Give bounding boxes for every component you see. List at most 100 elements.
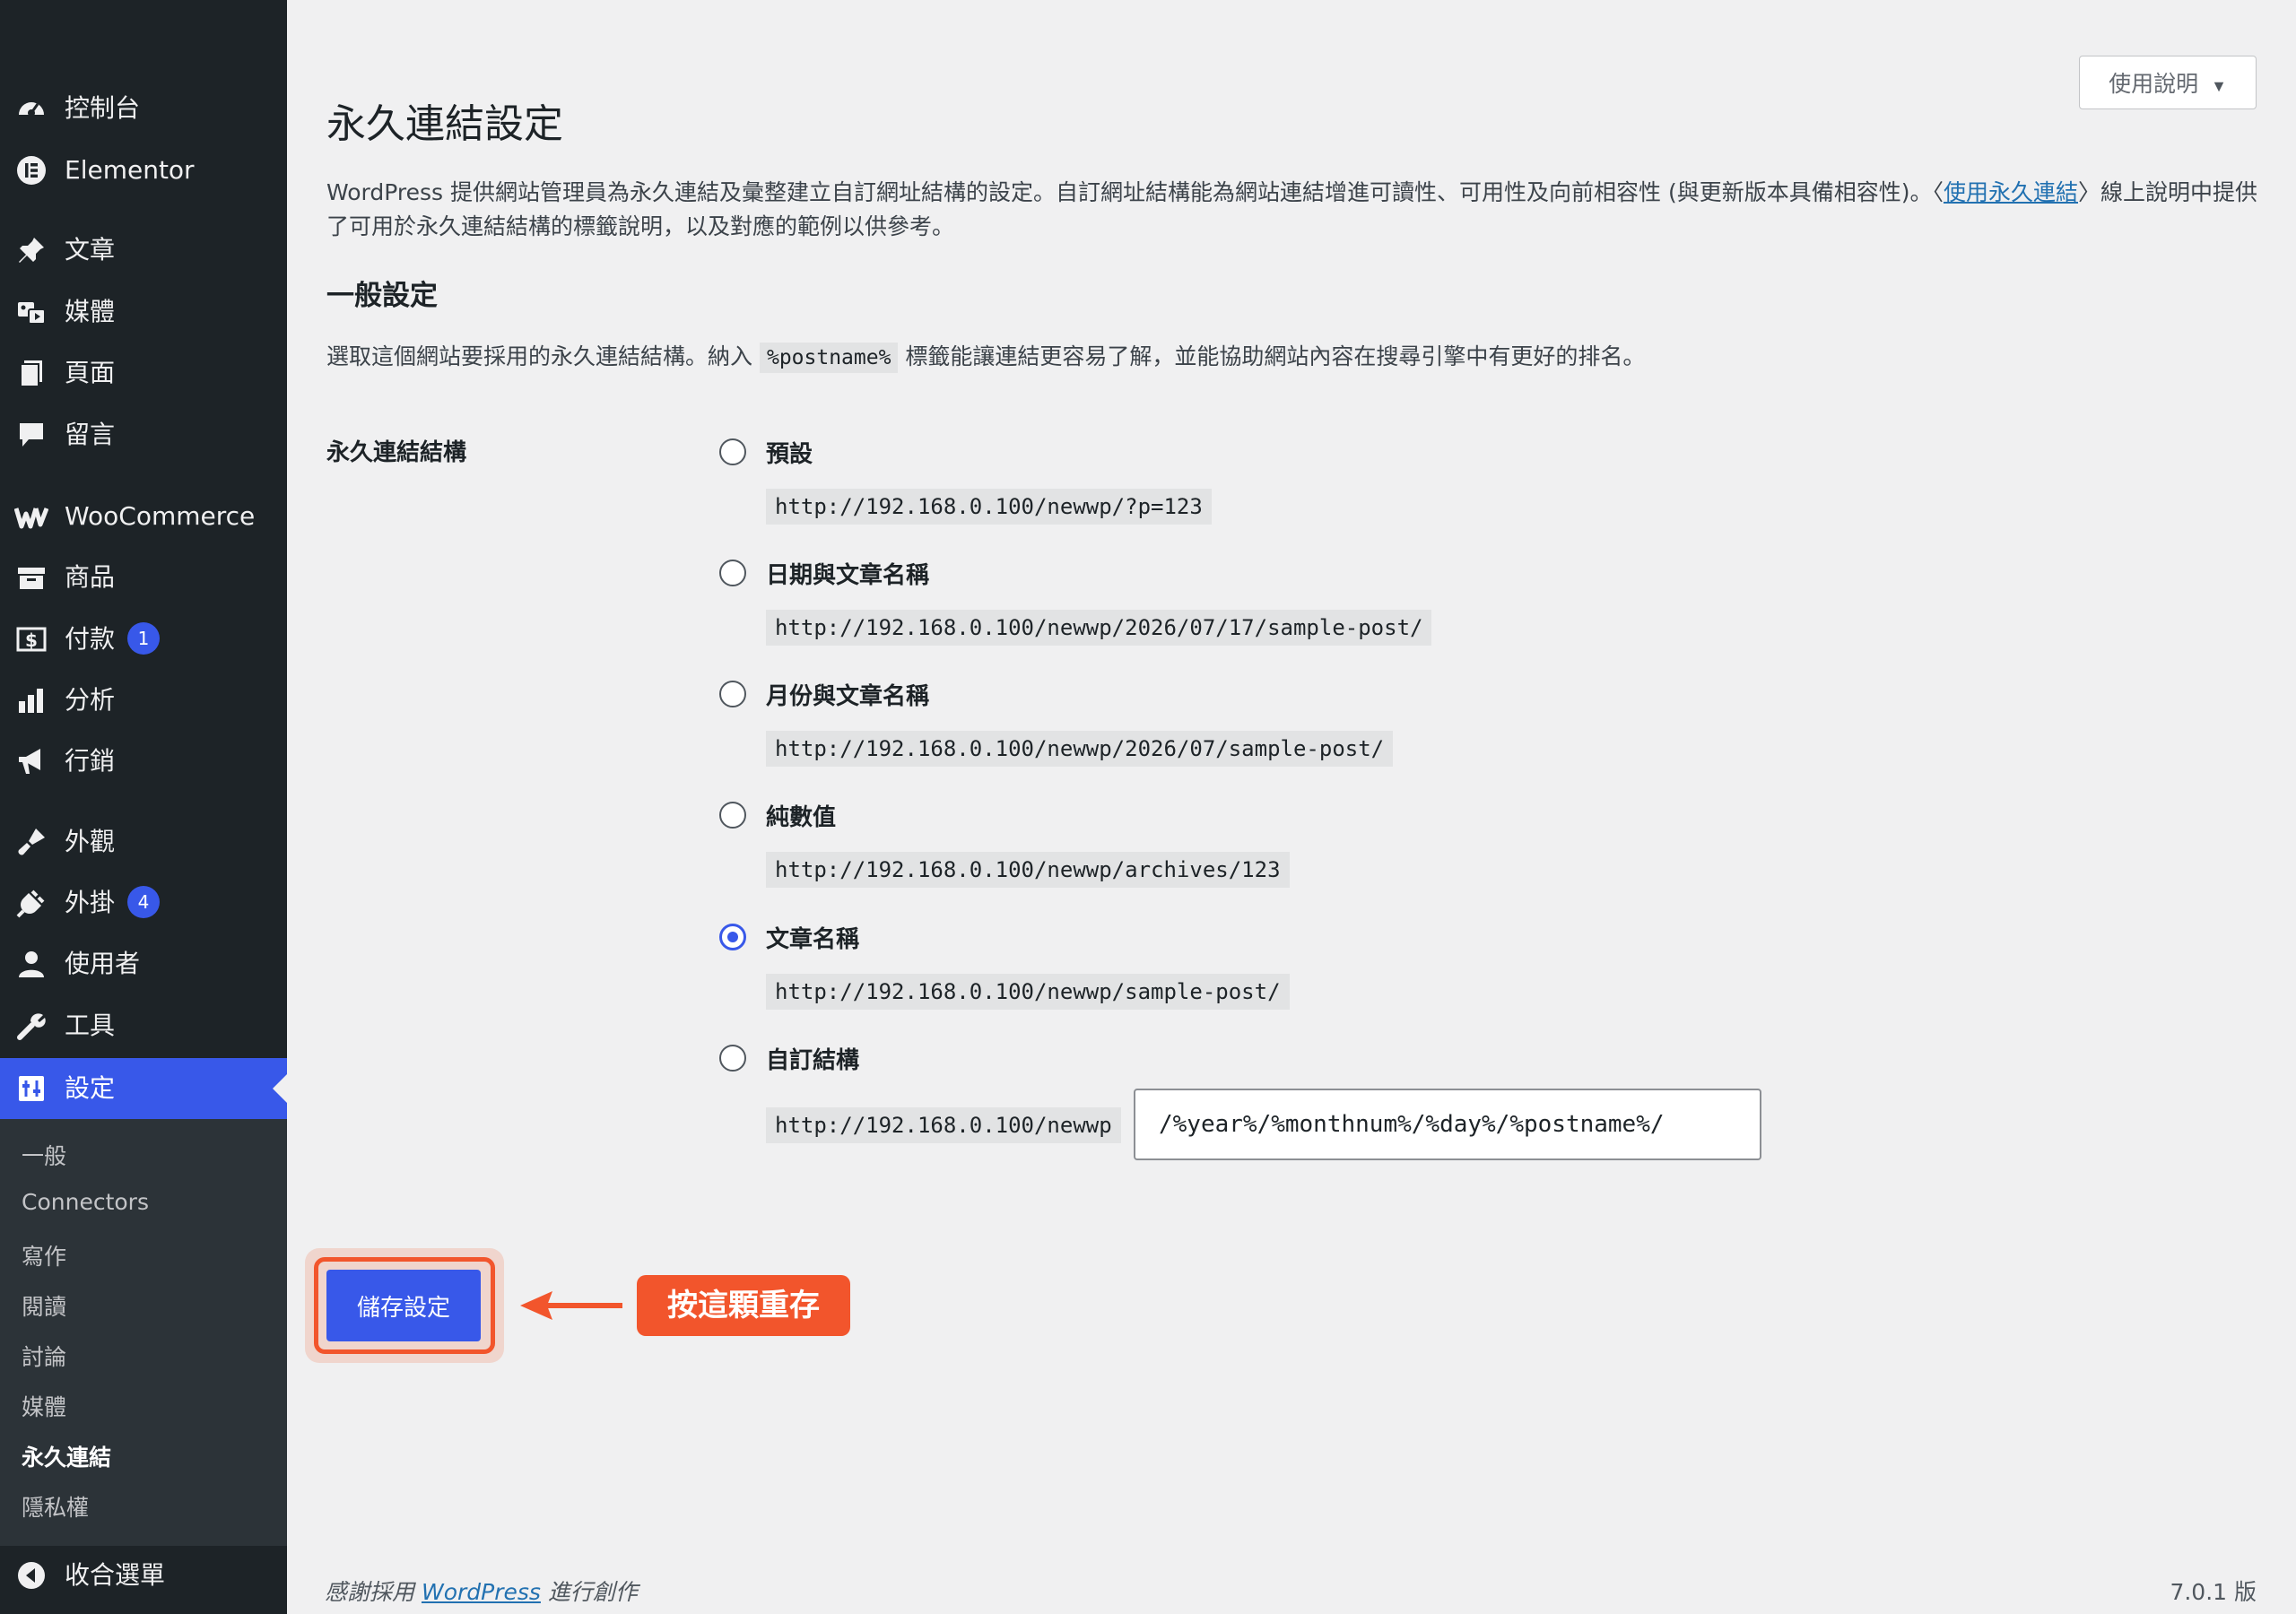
menu-appearance-label: 外觀 xyxy=(65,827,116,856)
radio-numeric[interactable] xyxy=(719,802,746,829)
submenu-writing[interactable]: 寫作 xyxy=(22,1239,66,1271)
comments-icon xyxy=(14,420,48,450)
wordpress-link[interactable]: WordPress xyxy=(422,1579,541,1605)
menu-tools-label: 工具 xyxy=(65,1011,116,1040)
media-icon xyxy=(14,297,48,327)
products-icon xyxy=(14,562,48,593)
menu-woocommerce[interactable]: WooCommerce xyxy=(0,489,287,544)
option-month-and-name-label[interactable]: 月份與文章名稱 xyxy=(766,678,929,711)
menu-pages[interactable]: 頁面 xyxy=(0,345,287,401)
using-permalinks-link[interactable]: 使用永久連結 xyxy=(1944,179,2078,205)
section-desc-after: 標籤能讓連結更容易了解，並能協助網站內容在搜尋引擎中有更好的排名。 xyxy=(905,343,1646,369)
custom-structure-input[interactable]: /%year%/%monthnum%/%day%/%postname%/ xyxy=(1134,1089,1761,1160)
appearance-icon xyxy=(14,827,48,857)
submenu-connectors[interactable]: Connectors xyxy=(22,1189,149,1215)
submenu-permalinks[interactable]: 永久連結 xyxy=(22,1440,111,1472)
collapse-icon xyxy=(14,1560,48,1591)
footer-credit-after: 進行創作 xyxy=(547,1579,638,1605)
pin-icon xyxy=(14,235,48,265)
menu-payments[interactable]: $ 付款 1 xyxy=(0,612,287,667)
menu-posts-label: 文章 xyxy=(65,235,116,265)
plugins-count-badge: 4 xyxy=(127,886,161,918)
submenu-general[interactable]: 一般 xyxy=(22,1139,66,1171)
page-title: 永久連結設定 xyxy=(326,101,563,147)
menu-analytics[interactable]: 分析 xyxy=(0,672,287,728)
footer-credit-before: 感謝採用 xyxy=(325,1579,415,1605)
menu-media[interactable]: 媒體 xyxy=(0,284,287,340)
option-numeric-label[interactable]: 純數值 xyxy=(766,799,836,832)
radio-day-and-name[interactable] xyxy=(719,560,746,586)
menu-plugins-text: 外掛 xyxy=(65,888,116,917)
option-post-name-label[interactable]: 文章名稱 xyxy=(766,921,859,954)
submenu-privacy[interactable]: 隱私權 xyxy=(22,1490,89,1523)
menu-appearance[interactable]: 外觀 xyxy=(0,814,287,870)
menu-comments[interactable]: 留言 xyxy=(0,407,287,463)
menu-woocommerce-label: WooCommerce xyxy=(65,501,256,531)
dashboard-icon xyxy=(14,93,48,124)
custom-structure-prefix: http://192.168.0.100/newwp xyxy=(766,1107,1121,1143)
radio-month-and-name[interactable] xyxy=(719,681,746,707)
option-numeric-example: http://192.168.0.100/newwp/archives/123 xyxy=(766,852,1290,888)
menu-payments-label: 付款 1 xyxy=(65,612,161,667)
admin-sidebar: 控制台 Elementor 文章 媒體 頁面 留言 WooCommerce 商品… xyxy=(0,0,287,1614)
option-post-name-example: http://192.168.0.100/newwp/sample-post/ xyxy=(766,974,1290,1010)
postname-tag-code: %postname% xyxy=(759,343,899,373)
option-day-and-name-example: http://192.168.0.100/newwp/2026/07/17/sa… xyxy=(766,610,1432,646)
woocommerce-icon xyxy=(14,501,48,532)
section-title: 一般設定 xyxy=(326,280,438,312)
menu-users[interactable]: 使用者 xyxy=(0,936,287,992)
menu-elementor-label: Elementor xyxy=(65,155,195,185)
menu-tools[interactable]: 工具 xyxy=(0,998,287,1054)
users-icon xyxy=(14,949,48,979)
menu-marketing-label: 行銷 xyxy=(65,746,116,776)
menu-dashboard-label: 控制台 xyxy=(65,93,141,123)
pages-icon xyxy=(14,358,48,388)
menu-settings-label: 設定 xyxy=(65,1073,116,1103)
help-tab-label: 使用說明 xyxy=(2109,72,2199,97)
menu-analytics-label: 分析 xyxy=(65,685,116,715)
elementor-icon xyxy=(14,155,48,186)
menu-dashboard[interactable]: 控制台 xyxy=(0,81,287,136)
menu-plugins-label: 外掛 4 xyxy=(65,875,161,931)
menu-products-label: 商品 xyxy=(65,562,116,592)
tools-icon xyxy=(14,1011,48,1041)
menu-media-label: 媒體 xyxy=(65,297,116,326)
submenu-reading[interactable]: 閱讀 xyxy=(22,1289,66,1322)
option-plain-example: http://192.168.0.100/newwp/?p=123 xyxy=(766,489,1212,525)
intro-text-before: WordPress 提供網站管理員為永久連結及彙整建立自訂網址結構的設定。自訂網… xyxy=(326,179,1944,205)
radio-plain[interactable] xyxy=(719,438,746,465)
submenu-media[interactable]: 媒體 xyxy=(22,1390,66,1422)
submenu-discussion[interactable]: 討論 xyxy=(22,1340,66,1372)
radio-post-name[interactable] xyxy=(719,924,746,950)
footer-credit: 感謝採用 WordPress 進行創作 xyxy=(325,1575,638,1607)
menu-settings[interactable]: 設定 xyxy=(0,1058,287,1119)
menu-elementor[interactable]: Elementor xyxy=(0,143,287,198)
save-settings-button[interactable]: 儲存設定 xyxy=(326,1270,481,1341)
payments-icon: $ xyxy=(14,624,48,655)
help-tab-button[interactable]: 使用說明 ▼ xyxy=(2079,56,2257,109)
section-description: 選取這個網站要採用的永久連結結構。納入 %postname% 標籤能讓連結更容易… xyxy=(326,339,1646,373)
option-day-and-name-label[interactable]: 日期與文章名稱 xyxy=(766,557,929,590)
collapse-menu-button[interactable]: 收合選單 xyxy=(0,1548,287,1603)
section-desc-before: 選取這個網站要採用的永久連結結構。納入 xyxy=(326,343,753,369)
menu-products[interactable]: 商品 xyxy=(0,550,287,605)
radio-custom-structure[interactable] xyxy=(719,1045,746,1072)
menu-comments-label: 留言 xyxy=(65,420,116,449)
collapse-menu-label: 收合選單 xyxy=(65,1560,166,1590)
option-plain-label[interactable]: 預設 xyxy=(766,436,813,469)
menu-marketing[interactable]: 行銷 xyxy=(0,733,287,789)
option-custom-structure-label[interactable]: 自訂結構 xyxy=(766,1042,859,1075)
callout-arrow-icon xyxy=(520,1291,622,1320)
option-month-and-name-example: http://192.168.0.100/newwp/2026/07/sampl… xyxy=(766,731,1394,767)
permalink-structure-label: 永久連結結構 xyxy=(326,439,467,466)
menu-users-label: 使用者 xyxy=(65,949,141,978)
callout-badge: 按這顆重存 xyxy=(637,1275,850,1336)
menu-plugins[interactable]: 外掛 4 xyxy=(0,875,287,931)
svg-text:$: $ xyxy=(25,629,38,651)
active-menu-pointer xyxy=(273,1074,287,1103)
menu-posts[interactable]: 文章 xyxy=(0,222,287,278)
menu-pages-label: 頁面 xyxy=(65,358,116,387)
payments-count-badge: 1 xyxy=(127,622,161,655)
caret-down-icon: ▼ xyxy=(2211,77,2227,95)
version-text: 7.0.1 版 xyxy=(2170,1579,2257,1605)
